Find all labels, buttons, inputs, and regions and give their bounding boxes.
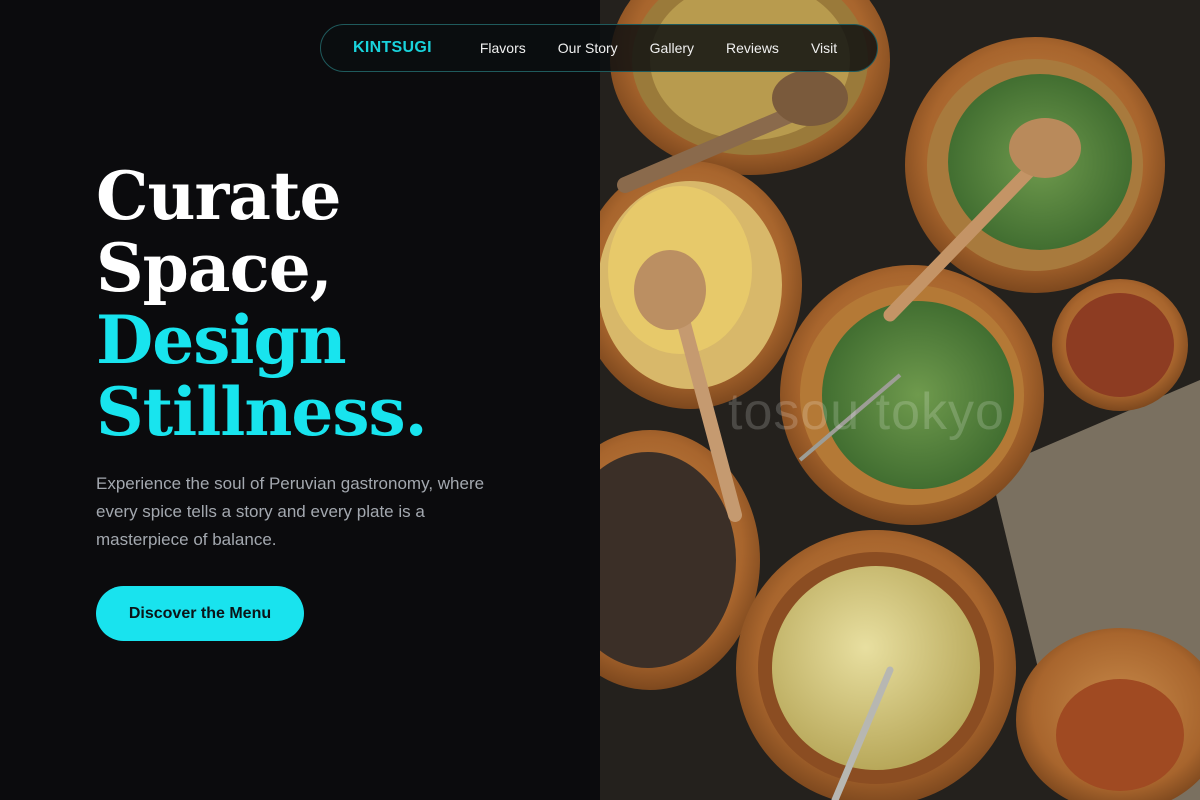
hero-title-line-4: Stillness. [96,373,428,451]
hero-title-line-3: Design [96,301,347,379]
hero-title: Curate Space, Design Stillness. [96,157,428,451]
hero-title-line-2: Space, [96,229,333,307]
hero-title-line-1: Curate [96,157,342,235]
hero-subtitle: Experience the soul of Peruvian gastrono… [96,474,485,549]
nav-link-reviews[interactable]: Reviews [726,40,779,56]
nav-link-gallery[interactable]: Gallery [650,40,694,56]
photo-watermark: tosou tokyo [728,383,1005,441]
nav-links: Flavors Our Story Gallery Reviews Visit [480,40,837,56]
nav-link-visit[interactable]: Visit [811,40,837,56]
top-navigation: KINTSUGI Flavors Our Story Gallery Revie… [320,24,878,72]
nav-link-our-story[interactable]: Our Story [558,40,618,56]
brand-logo-link[interactable]: KINTSUGI [353,39,432,57]
nav-link-flavors[interactable]: Flavors [480,40,526,56]
discover-menu-button[interactable]: Discover the Menu [96,586,304,641]
